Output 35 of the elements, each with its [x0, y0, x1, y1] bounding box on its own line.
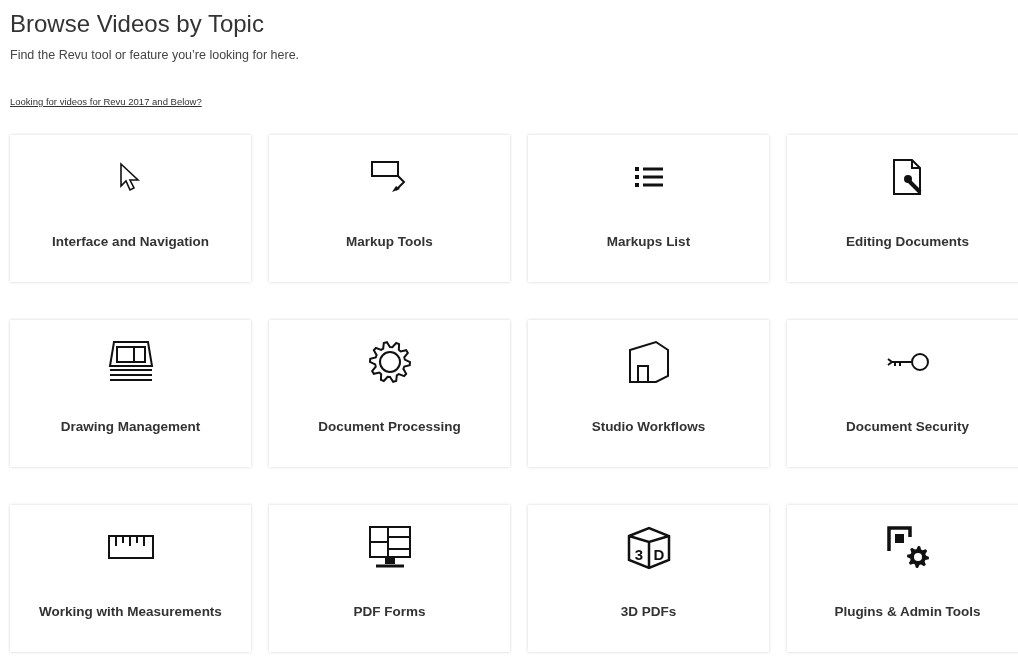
topic-card[interactable]: Markups List: [528, 135, 769, 282]
topic-card[interactable]: Document Security: [787, 320, 1018, 467]
topic-card[interactable]: Studio Workflows: [528, 320, 769, 467]
key-icon: [885, 351, 930, 373]
topic-label: Studio Workflows: [591, 419, 706, 434]
topic-label: PDF Forms: [353, 604, 426, 619]
window-gear-icon: [885, 525, 930, 569]
ruler-icon: [106, 534, 155, 560]
list-icon: [632, 164, 665, 190]
topic-card[interactable]: Markup Tools: [269, 135, 510, 282]
topic-label: Drawing Management: [60, 419, 201, 434]
topic-card[interactable]: Drawing Management: [10, 320, 251, 467]
topic-label: Editing Documents: [846, 234, 969, 249]
gear-icon: [367, 340, 412, 384]
page-subtitle: Find the Revu tool or feature you’re looking for here.: [10, 48, 300, 62]
drawing-stack-icon: [107, 340, 154, 384]
topic-label: Markups List: [606, 234, 691, 249]
topic-card[interactable]: 3 D 3D PDFs: [528, 505, 769, 652]
topic-label: Markup Tools: [346, 234, 433, 249]
topic-label: 3D PDFs: [620, 604, 677, 619]
page-title: Browse Videos by Topic: [10, 10, 264, 38]
topic-card[interactable]: Plugins & Admin Tools: [787, 505, 1018, 652]
topic-label: Working with Measurements: [39, 604, 222, 619]
legacy-videos-link[interactable]: Looking for videos for Revu 2017 and Below?: [10, 96, 202, 107]
document-wrench-icon: [891, 158, 924, 196]
topic-label: Document Security: [846, 419, 969, 434]
topic-card[interactable]: Working with Measurements: [10, 505, 251, 652]
topic-label: Document Processing: [318, 419, 461, 434]
topic-card[interactable]: Interface and Navigation: [10, 135, 251, 282]
topic-card[interactable]: Editing Documents: [787, 135, 1018, 282]
topic-card[interactable]: Document Processing: [269, 320, 510, 467]
monitor-icon: [367, 525, 412, 569]
topic-label: Interface and Navigation: [52, 234, 209, 249]
topic-label: Plugins & Admin Tools: [834, 604, 981, 619]
topic-card[interactable]: PDF Forms: [269, 505, 510, 652]
